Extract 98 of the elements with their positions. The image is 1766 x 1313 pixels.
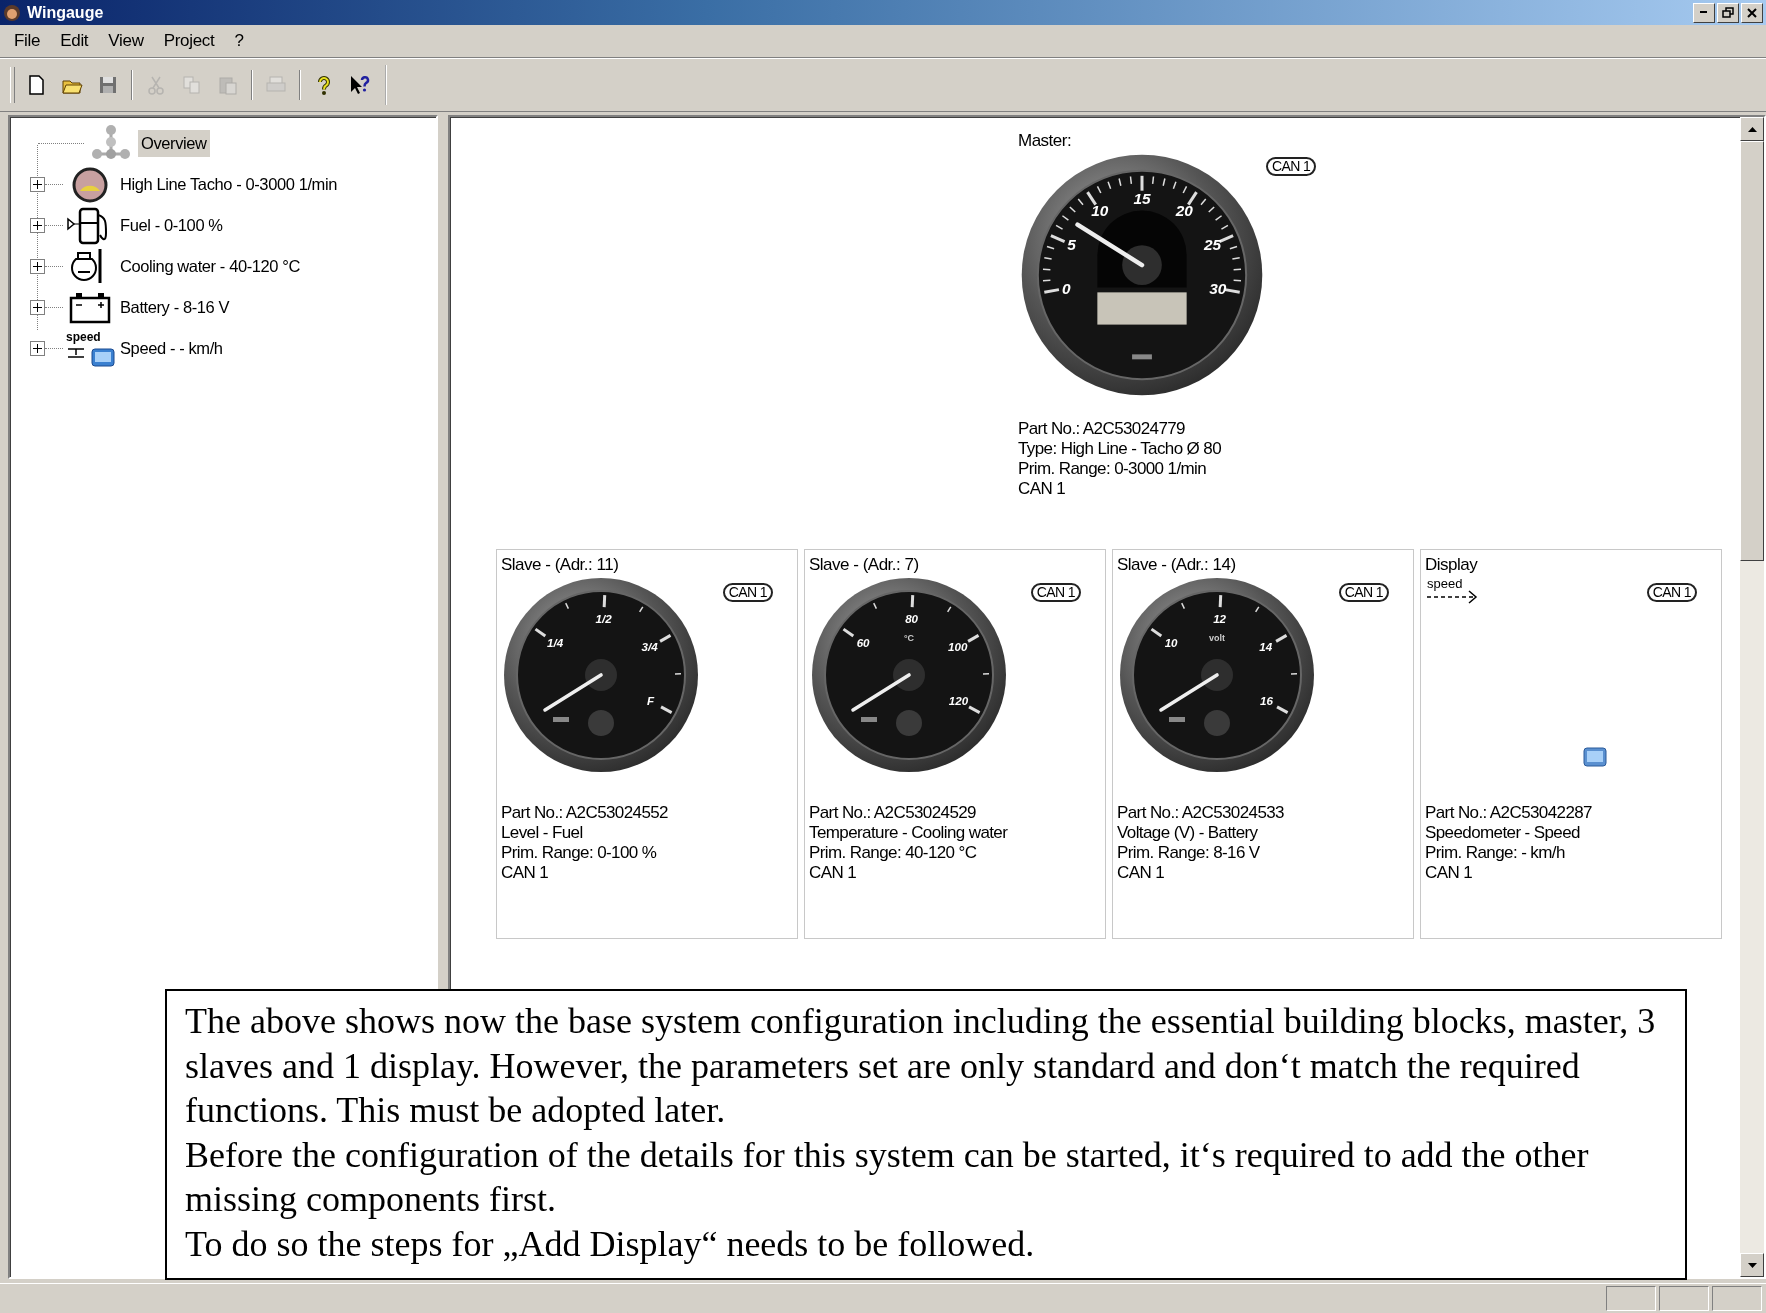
dial-label: 12 <box>1213 612 1227 626</box>
dial-label: 1/2 <box>595 612 612 626</box>
bus-badge: CAN 1 <box>1338 583 1389 602</box>
monitor-icon <box>1582 747 1607 767</box>
scissors-icon <box>145 74 167 96</box>
tree-item[interactable]: High Line Tacho - 0-3000 1/min <box>117 171 340 198</box>
tree-item[interactable]: Battery - 8-16 V <box>117 294 233 321</box>
minimize-icon <box>1700 11 1708 14</box>
bus-badge: CAN 1 <box>1030 583 1081 602</box>
device-title: Display <box>1425 555 1478 574</box>
device-info: Type: High Line - Tacho Ø 80 <box>1018 439 1223 459</box>
device-info: Part No.: A2C53024529 <box>809 803 977 823</box>
restore-icon <box>1722 6 1734 19</box>
device-info: Part No.: A2C53024533 <box>1117 803 1285 823</box>
dial-label: 100 <box>948 640 968 654</box>
device-info: Prim. Range: - km/h <box>1425 843 1566 863</box>
menu-item[interactable]: File <box>6 28 49 54</box>
expand-toggle[interactable] <box>30 218 45 233</box>
menu-item[interactable]: View <box>100 28 152 54</box>
dial-label: 60 <box>856 635 870 649</box>
device-info: CAN 1 <box>501 863 550 883</box>
scroll-up-button[interactable] <box>1740 117 1764 141</box>
dial-label: 1/4 <box>547 635 564 649</box>
device-info: CAN 1 <box>809 863 858 883</box>
app-icon <box>3 3 21 22</box>
tree-item[interactable]: Fuel - 0-100 % <box>117 212 226 239</box>
dial-label: 80 <box>905 612 919 626</box>
up-arrow-icon <box>1747 126 1757 132</box>
dial-label: 16 <box>1260 694 1273 708</box>
status-pane <box>1606 1286 1656 1311</box>
dial-label: 20 <box>1175 202 1193 220</box>
dial-label: 15 <box>1133 189 1151 207</box>
menu-item[interactable]: Edit <box>52 28 97 54</box>
scroll-down-button[interactable] <box>1740 1253 1764 1277</box>
expand-toggle[interactable] <box>30 177 45 192</box>
close-button[interactable] <box>1741 2 1763 23</box>
status-pane <box>1659 1286 1709 1311</box>
device-info: Temperature - Cooling water <box>809 823 1009 843</box>
dial-label: 0 <box>1062 279 1071 297</box>
device-title: Master: <box>1018 131 1072 150</box>
scrollbar-thumb[interactable] <box>1740 141 1764 561</box>
expand-toggle[interactable] <box>30 341 45 356</box>
status-pane <box>1712 1286 1762 1311</box>
dial-label: 5 <box>1067 235 1076 253</box>
expand-toggle[interactable] <box>30 300 45 315</box>
device-info: Level - Fuel <box>501 823 584 843</box>
copy-icon <box>181 74 203 96</box>
close-icon <box>1747 7 1757 18</box>
device-info: Prim. Range: 0-3000 1/min <box>1018 459 1208 479</box>
tree-item[interactable]: Cooling water - 40-120 °C <box>117 253 304 280</box>
bus-badge: CAN 1 <box>722 583 773 602</box>
dashed-arrow-icon <box>1426 590 1478 604</box>
dial-unit: volt <box>1209 633 1225 643</box>
monitor-icon <box>91 348 115 366</box>
device-title: Slave - (Adr.: 11) <box>501 555 619 574</box>
restore-button[interactable] <box>1717 2 1739 23</box>
context-help-icon <box>349 74 371 96</box>
dial-label: F <box>646 694 654 708</box>
dial-label: 10 <box>1164 635 1178 649</box>
icon-label: speed <box>66 329 101 344</box>
dial-label: 120 <box>948 694 969 708</box>
device-info: Part No.: A2C53024552 <box>501 803 669 823</box>
note-text: The above shows now the base system configuration including the essential building blocks, master, 3 slaves and 1 display. However, the parameters set are only standard and don‘t match the required functions. This must be adopted later. <box>185 1000 1657 1132</box>
menu-item[interactable]: Project <box>155 28 223 54</box>
device-title: Slave - (Adr.: 7) <box>809 555 919 574</box>
device-title: Slave - (Adr.: 14) <box>1117 555 1236 574</box>
window-title: Wingauge <box>27 3 105 22</box>
device-info: Speedometer - Speed <box>1425 823 1581 843</box>
tree-item[interactable]: Speed - - km/h <box>117 335 226 362</box>
paste-icon <box>217 74 239 96</box>
device-info: Prim. Range: 40-120 °C <box>809 843 978 863</box>
minimize-button[interactable] <box>1693 2 1715 23</box>
dial-label: 25 <box>1204 235 1222 253</box>
bus-badge: CAN 1 <box>1646 583 1697 602</box>
down-arrow-icon <box>1747 1262 1757 1268</box>
device-info: Part No.: A2C53042287 <box>1425 803 1593 823</box>
device-info: Part No.: A2C53024779 <box>1018 419 1186 439</box>
gauge-icon <box>72 166 108 203</box>
device-info: CAN 1 <box>1425 863 1474 883</box>
dial-label: 14 <box>1259 640 1273 654</box>
device-info: Prim. Range: 0-100 % <box>501 843 658 863</box>
battery-icon <box>68 290 112 325</box>
sensor-icon <box>67 347 85 358</box>
bus-badge: CAN 1 <box>1266 157 1317 176</box>
dial-label: 10 <box>1091 202 1109 220</box>
dial-label: 3/4 <box>641 640 658 654</box>
dial-label: 30 <box>1209 279 1227 297</box>
menu-item[interactable]: ? <box>226 28 252 54</box>
note-text: Before the configuration of the details for this system can be started, it‘s required to add the other missing components first. <box>185 1133 1590 1221</box>
device-info: CAN 1 <box>1117 863 1166 883</box>
tree-item[interactable]: Overview <box>138 130 210 157</box>
icon-label: speed <box>1427 576 1463 591</box>
note-text: To do so the steps for „Add Display“ needs to be followed. <box>185 1222 1036 1266</box>
dial-unit: °C <box>903 633 915 643</box>
expand-toggle[interactable] <box>30 259 45 274</box>
device-info: Voltage (V) - Battery <box>1117 823 1259 843</box>
device-info: Prim. Range: 8-16 V <box>1117 843 1261 863</box>
device-info: CAN 1 <box>1018 479 1067 499</box>
